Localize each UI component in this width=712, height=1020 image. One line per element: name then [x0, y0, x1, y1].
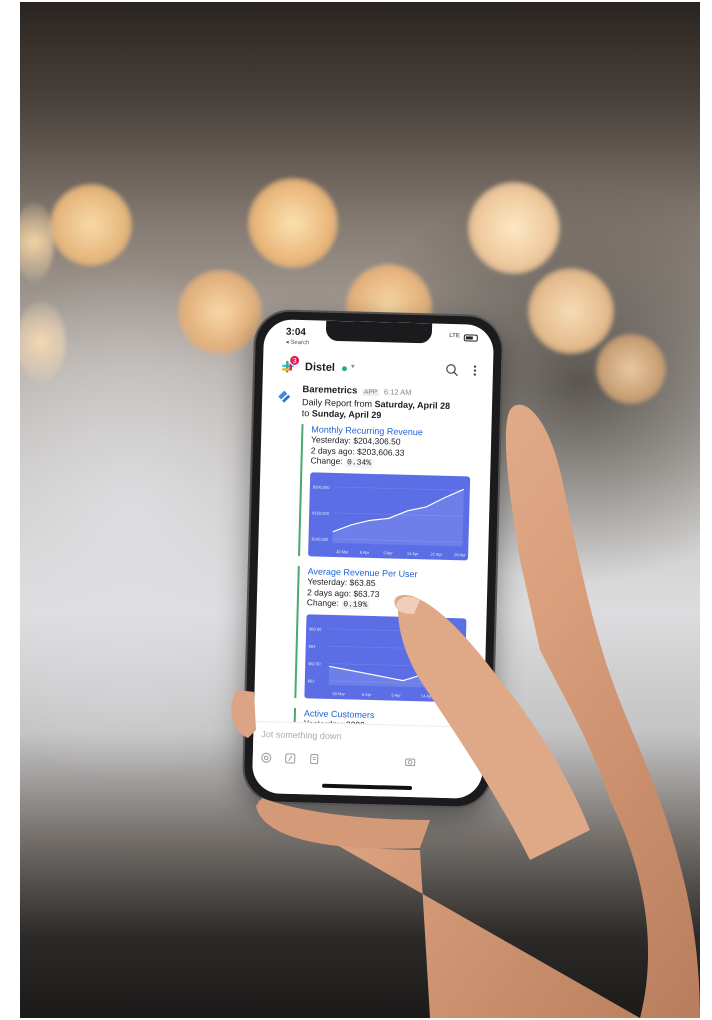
chart-gridline	[333, 486, 464, 491]
message-text-part: Sunday, April 29	[311, 408, 382, 421]
battery-icon	[463, 334, 478, 342]
status-time: 3:04	[285, 326, 307, 339]
message-composer: Jot something down	[251, 720, 484, 799]
chart-x-tick-label: 30 Mar	[336, 549, 349, 554]
search-icon[interactable]	[445, 363, 459, 377]
chart-y-tick-label: $64	[309, 643, 317, 648]
arpu-chart[interactable]: $63.60 $64 $62.50 $62 30 Mar 6 Apr 5 Apr 14 Apr…	[304, 613, 467, 702]
sender-name[interactable]: Baremetrics	[302, 384, 357, 396]
chart-x-tick-label: 5 Apr	[391, 692, 401, 697]
baremetrics-logo-icon	[278, 390, 291, 403]
message-text-part: Saturday, April 28	[374, 398, 451, 411]
change-label: Change:	[310, 455, 343, 467]
chart-area	[328, 644, 460, 688]
bokeh-light	[248, 178, 338, 268]
message-text-part: from	[351, 398, 375, 409]
home-indicator[interactable]	[321, 783, 413, 791]
chart-x-tick-label: 30 Mar	[332, 690, 345, 695]
more-options-icon[interactable]	[472, 364, 478, 378]
bokeh-light	[528, 268, 614, 354]
signal-indicator: LTE	[449, 332, 460, 340]
back-to-search-link[interactable]: ◂ Search	[286, 339, 310, 347]
attachment-mrr: Monthly Recurring Revenue Yesterday: $20…	[298, 424, 472, 560]
phone-screen: 3:04 ◂ Search LTE 3 Distel ▾ Baremetrics…	[251, 319, 495, 799]
change-value: 0.19%	[341, 600, 370, 610]
message-text-part: Daily Report	[301, 397, 352, 409]
bokeh-light	[596, 334, 666, 404]
message-text-part: to	[301, 408, 312, 419]
bokeh-light	[50, 184, 132, 266]
chart-x-tick-label: 5 Apr	[383, 550, 393, 555]
chart-y-tick-label: $150,000	[312, 510, 330, 515]
phone: 3:04 ◂ Search LTE 3 Distel ▾ Baremetrics…	[243, 310, 503, 808]
change-value: 0.34%	[344, 458, 374, 468]
message-text: Daily Report from Saturday, April 28 to …	[302, 397, 453, 423]
mention-icon[interactable]	[261, 752, 272, 763]
chart-svg: $200,000 $150,000 $100,000 30 Mar 6 Apr 5 Apr…	[311, 484, 466, 557]
notification-badge: 3	[289, 354, 301, 367]
chart-x-tick-label: 6 Apr	[360, 549, 370, 554]
message-feed[interactable]: Baremetrics APP 6:12 AM Daily Report fro…	[254, 381, 493, 727]
chart-gridline	[329, 645, 460, 650]
app-tag: APP	[361, 388, 380, 397]
bokeh-light	[20, 202, 54, 282]
chart-y-tick-label: $62	[308, 678, 316, 683]
bokeh-light	[20, 302, 66, 382]
workspace-name[interactable]: Distel	[305, 361, 335, 374]
composer-input[interactable]: Jot something down	[261, 729, 341, 741]
channel-header: 3 Distel ▾	[281, 354, 481, 383]
camera-icon[interactable]	[405, 756, 416, 767]
message-time: 6:12 AM	[383, 387, 412, 397]
bokeh-light	[178, 270, 262, 354]
chart-y-tick-label: $200,000	[313, 484, 331, 489]
chart-y-tick-label: $100,000	[311, 536, 329, 541]
attachment-arpu: Average Revenue Per User Yesterday: $63.…	[294, 566, 468, 702]
chart-x-tick-label: 21 Apr	[450, 694, 462, 699]
chart-x-tick-label: 6 Apr	[362, 691, 372, 696]
shortcuts-icon[interactable]	[285, 753, 296, 764]
chart-x-tick-label: 14 Apr	[421, 693, 433, 698]
chart-x-tick-label: 14 Apr	[407, 550, 419, 555]
change-label: Change:	[306, 597, 340, 609]
bokeh-light	[468, 182, 560, 274]
phone-notch	[325, 320, 433, 344]
chart-y-tick-label: $62.50	[308, 661, 321, 666]
chart-x-tick-label: 21 Apr	[430, 551, 442, 556]
chart-svg: $63.60 $64 $62.50 $62 30 Mar 6 Apr 5 Apr 14 Apr…	[308, 626, 463, 699]
chart-area	[332, 488, 464, 546]
online-status-icon	[341, 366, 348, 372]
mrr-chart[interactable]: $200,000 $150,000 $100,000 30 Mar 6 Apr 5 Apr…	[308, 471, 471, 560]
chevron-down-icon[interactable]: ▾	[351, 362, 355, 370]
message-header: Baremetrics APP 6:12 AM	[302, 384, 411, 398]
attach-file-icon[interactable]	[309, 753, 320, 765]
chart-x-tick-label: 29 Apr	[454, 552, 466, 557]
chart-gridline	[330, 628, 461, 633]
chart-y-tick-label: $63.60	[309, 626, 322, 631]
